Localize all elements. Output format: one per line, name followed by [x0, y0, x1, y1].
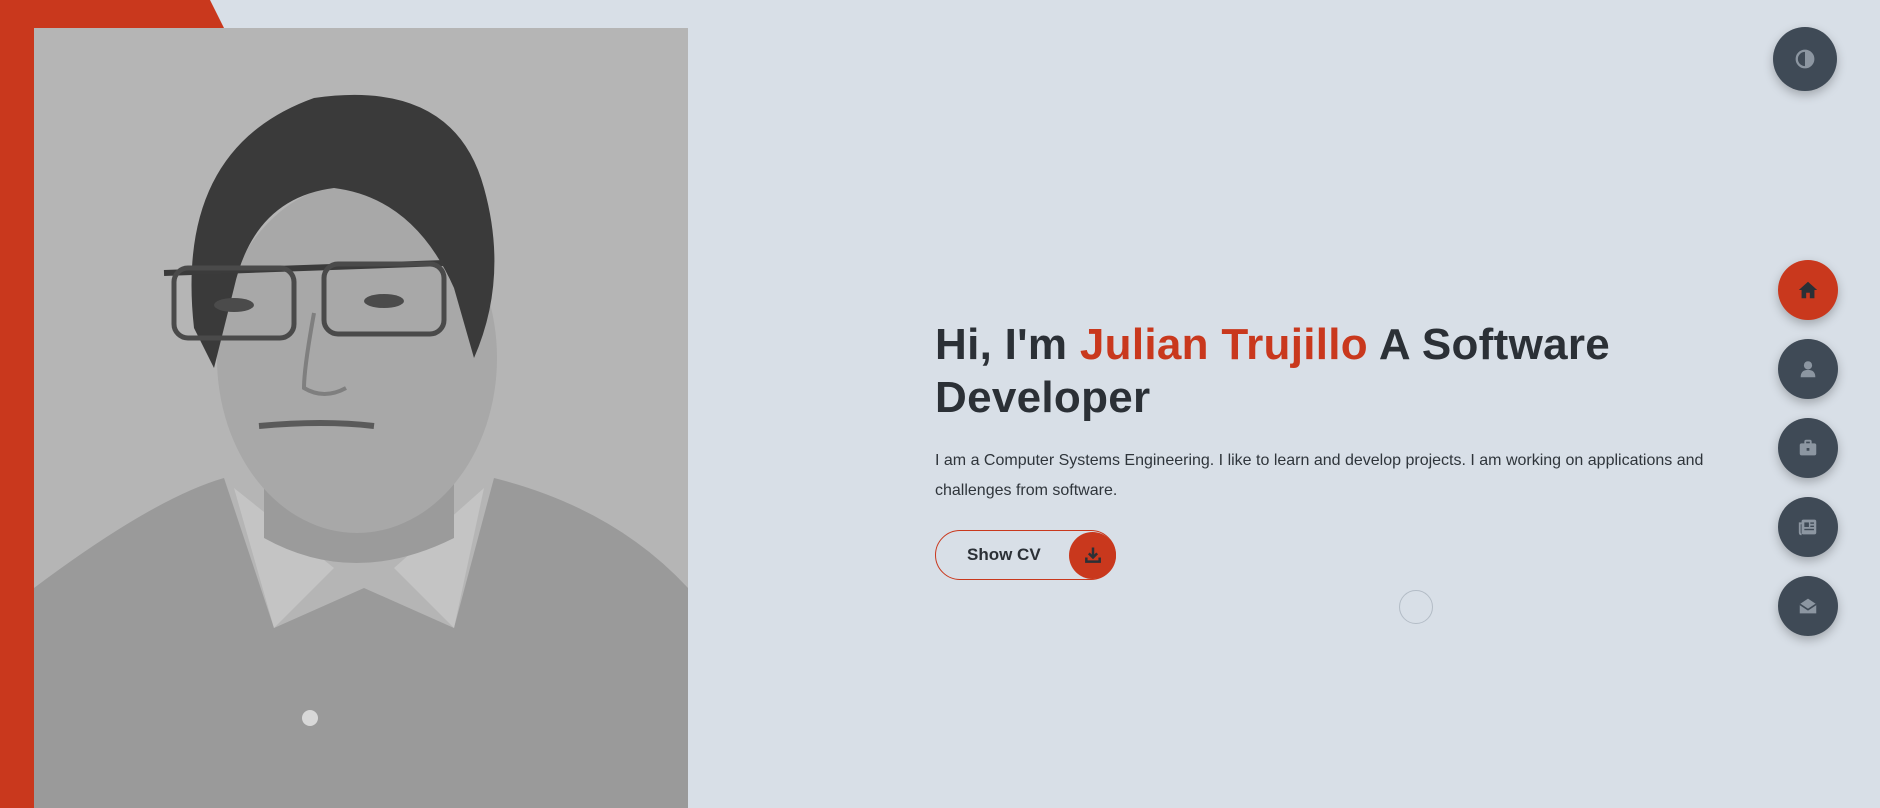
show-cv-button[interactable]: Show CV — [935, 530, 1116, 580]
hero-description: I am a Computer Systems Engineering. I l… — [935, 452, 1704, 499]
hero-content: Hi, I'm Julian Trujillo A Software Devel… — [935, 318, 1755, 580]
contrast-icon — [1795, 49, 1815, 69]
home-icon — [1798, 281, 1818, 299]
user-icon — [1800, 361, 1816, 378]
greeting-text: Hi, I'm — [935, 320, 1080, 369]
cursor-ring — [1399, 590, 1433, 624]
nav-about-button[interactable] — [1778, 339, 1838, 399]
newspaper-icon — [1798, 519, 1817, 536]
theme-toggle-button[interactable] — [1773, 27, 1837, 91]
hero-headline: Hi, I'm Julian Trujillo A Software Devel… — [935, 318, 1755, 424]
briefcase-icon — [1799, 439, 1817, 456]
profile-photo — [34, 28, 688, 808]
name-text: Julian Trujillo — [1079, 320, 1368, 369]
nav-portfolio-button[interactable] — [1778, 418, 1838, 478]
nav-home-button[interactable] — [1778, 260, 1838, 320]
nav-contact-button[interactable] — [1778, 576, 1838, 636]
mail-open-icon — [1799, 598, 1817, 614]
show-cv-label: Show CV — [967, 545, 1041, 564]
download-icon — [1069, 531, 1116, 579]
nav-blog-button[interactable] — [1778, 497, 1838, 557]
